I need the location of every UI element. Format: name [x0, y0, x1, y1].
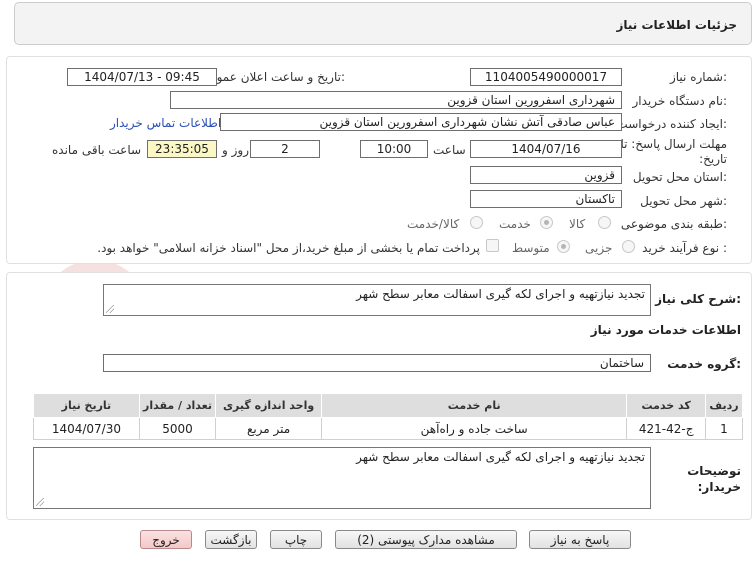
col-quantity: تعداد / مقدار [138, 393, 217, 418]
payment-note: پرداخت تمام یا بخشی از مبلغ خرید،از محل … [97, 241, 480, 255]
col-row: ردیف [704, 393, 744, 418]
services-table-header: ردیف کد خدمت نام خدمت واحد اندازه گیری ت… [33, 393, 744, 418]
need-number-field: 1104005490000017 [470, 68, 622, 86]
announce-label: تاریخ و ساعت اعلان عمومی: [200, 70, 345, 84]
category-radio-goods[interactable] [598, 216, 611, 229]
creator-field: عباس صادقی آتش نشان شهرداری اسفرورین است… [220, 113, 622, 131]
need-number-label: شماره نیاز: [669, 70, 727, 84]
deadline-date-field: 1404/07/16 [470, 140, 622, 158]
description-textarea: تجدید نیازتهیه و اجرای لکه گیری اسفالت م… [103, 284, 651, 316]
services-section-title: اطلاعات خدمات مورد نیاز [590, 323, 741, 337]
service-group-label: گروه خدمت: [667, 357, 741, 371]
category-radio-goods-service[interactable] [470, 216, 483, 229]
services-table: ردیف کد خدمت نام خدمت واحد اندازه گیری ت… [33, 393, 744, 440]
city-field: تاکستان [470, 190, 622, 208]
creator-label: ایجاد کننده درخواست: [616, 117, 727, 131]
process-radio-minor[interactable] [622, 240, 635, 253]
process-option-medium: متوسط [512, 241, 550, 255]
service-group-field: ساختمان [103, 354, 651, 372]
treasury-checkbox[interactable] [486, 239, 499, 252]
buyer-label: نام دستگاه خریدار: [632, 94, 728, 108]
exit-button[interactable]: خروج [140, 530, 192, 549]
category-radio-service[interactable] [540, 216, 553, 229]
cell-quantity: 5000 [138, 417, 217, 440]
print-button[interactable]: چاپ [270, 530, 322, 549]
attachments-button[interactable]: مشاهده مدارک پیوستی (2) [335, 530, 517, 549]
back-button[interactable]: بازگشت [205, 530, 257, 549]
announce-field: 1404/07/13 - 09:45 [67, 68, 217, 86]
cell-date: 1404/07/30 [33, 417, 140, 440]
days-label: روز و [222, 143, 249, 157]
buyer-notes-label: توضیحات خریدار: [687, 464, 741, 494]
process-label: نوع فرآیند خرید : [642, 241, 727, 255]
col-date: تاریخ نیاز [33, 393, 140, 418]
cell-name: ساخت جاده و راه‌آهن [320, 417, 628, 440]
province-label: استان محل تحویل: [632, 170, 727, 184]
cell-unit: متر مربع [215, 417, 322, 440]
resize-grip-icon [36, 498, 44, 506]
col-unit: واحد اندازه گیری [215, 393, 322, 418]
city-label: شهر محل تحویل: [640, 194, 727, 208]
buyer-notes-text: تجدید نیازتهیه و اجرای لکه گیری اسفالت م… [356, 450, 645, 464]
page-title: جزئیات اطلاعات نیاز [616, 18, 737, 32]
description-text: تجدید نیازتهیه و اجرای لکه گیری اسفالت م… [356, 287, 645, 301]
remaining-label: ساعت باقی مانده [52, 143, 142, 157]
deadline-time-field: 10:00 [360, 140, 428, 158]
table-row: 1 ج-42-421 ساخت جاده و راه‌آهن متر مربع … [33, 417, 744, 440]
category-option-goods: کالا [569, 217, 586, 231]
time-label: ساعت [433, 143, 466, 157]
resize-grip-icon [106, 305, 114, 313]
cell-row: 1 [704, 417, 744, 440]
category-option-goods-service: کالا/خدمت [407, 217, 460, 231]
process-radio-medium[interactable] [557, 240, 570, 253]
remaining-time-field: 23:35:05 [147, 140, 217, 158]
col-name: نام خدمت [320, 393, 628, 418]
cell-code: ج-42-421 [626, 417, 706, 440]
page-header: جزئیات اطلاعات نیاز [14, 2, 752, 45]
category-label: طبقه بندی موضوعی: [620, 217, 727, 231]
buyer-field: شهرداری اسفرورین استان قزوین [170, 91, 622, 109]
category-option-service: خدمت [499, 217, 531, 231]
deadline-label: مهلت ارسال پاسخ: تا تاریخ: [620, 137, 727, 166]
buyer-notes-textarea: تجدید نیازتهیه و اجرای لکه گیری اسفالت م… [33, 447, 651, 509]
col-code: کد خدمت [626, 393, 706, 418]
reply-button[interactable]: پاسخ به نیاز [529, 530, 631, 549]
description-label: شرح کلی نیاز: [655, 292, 741, 306]
province-field: قزوین [470, 166, 622, 184]
process-option-minor: جزیی [585, 241, 613, 255]
contact-buyer-link[interactable]: اطلاعات تماس خریدار [110, 116, 221, 130]
days-field: 2 [250, 140, 320, 158]
